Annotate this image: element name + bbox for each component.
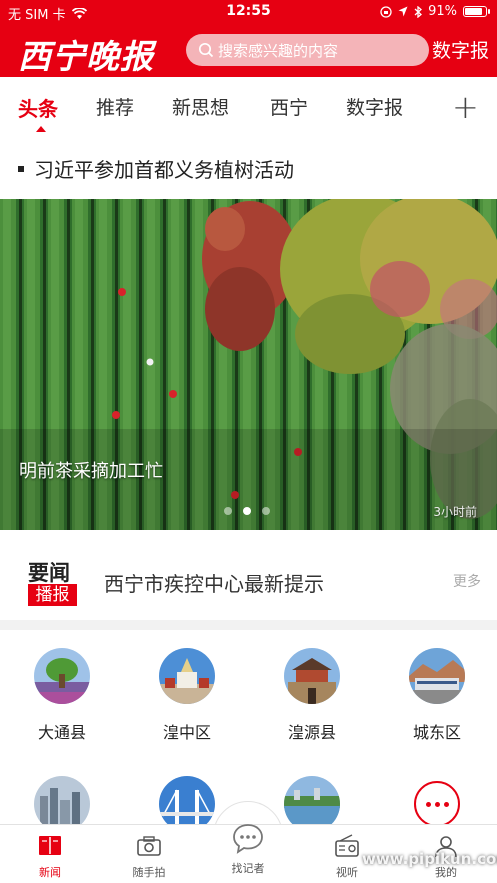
- banner-caption: 明前茶采摘加工忙: [19, 461, 163, 482]
- add-channel-icon[interactable]: +: [452, 88, 479, 126]
- district-chengdong[interactable]: 城东区: [387, 648, 487, 743]
- district-huangzhong[interactable]: 湟中区: [137, 648, 237, 743]
- district-label: 大通县: [37, 723, 86, 742]
- app-logo: 西宁晚报: [18, 37, 154, 76]
- news-badge-top: 要闻: [28, 560, 70, 585]
- news-broadcast-row[interactable]: 要闻 播报 西宁市疾控中心最新提示 更多: [0, 530, 497, 620]
- location-icon: [398, 6, 408, 17]
- district-huangyuan[interactable]: 湟源县: [262, 648, 362, 743]
- battery-percent: 91%: [428, 4, 457, 19]
- district-label: 城东区: [412, 723, 461, 742]
- status-bar: 无 SIM 卡 12:55 91%: [0, 0, 497, 26]
- chengdong-photo-icon: [409, 648, 465, 704]
- search-input[interactable]: 搜索感兴趣的内容: [186, 34, 429, 66]
- active-tab-indicator: [36, 126, 46, 132]
- book-icon: [39, 836, 61, 855]
- orientation-lock-icon: [380, 5, 392, 18]
- news-title[interactable]: 西宁市疾控中心最新提示: [104, 568, 324, 597]
- huangzhong-photo-icon: [159, 648, 215, 704]
- district-label: 湟源县: [287, 723, 336, 742]
- nav-snapshot[interactable]: 随手拍: [109, 825, 189, 880]
- more-link[interactable]: 更多: [453, 571, 481, 591]
- chat-bubble-icon: [233, 824, 263, 854]
- nav-news[interactable]: 新闻: [10, 825, 90, 880]
- more-dots-icon: [414, 781, 460, 827]
- carousel-dots: [224, 507, 270, 515]
- headline-text: 习近平参加首都义务植树活动: [34, 158, 294, 182]
- banner-carousel[interactable]: 明前茶采摘加工忙 3小时前: [0, 199, 497, 530]
- nav-label: 找记者: [231, 862, 265, 875]
- search-icon: [198, 42, 214, 58]
- tab-xining[interactable]: 西宁: [270, 93, 308, 120]
- section-divider: [0, 620, 497, 630]
- headline-item[interactable]: 习近平参加首都义务植树活动: [18, 154, 294, 183]
- tab-recommend[interactable]: 推荐: [96, 93, 134, 120]
- banner-timestamp: 3小时前: [433, 505, 477, 519]
- carousel-dot[interactable]: [262, 507, 270, 515]
- carousel-dot-active[interactable]: [243, 507, 251, 515]
- news-badge-bottom: 播报: [28, 584, 77, 606]
- battery-icon: [463, 6, 490, 17]
- tab-digital-paper[interactable]: 数字报: [346, 93, 403, 120]
- bluetooth-icon: [414, 5, 423, 18]
- district-datong[interactable]: 大通县: [12, 648, 112, 743]
- datong-photo-icon: [34, 648, 90, 704]
- huangyuan-photo-icon: [284, 648, 340, 704]
- tab-headlines[interactable]: 头条: [18, 93, 58, 122]
- digital-paper-button[interactable]: 数字报: [432, 36, 489, 63]
- nav-find-reporter[interactable]: 找记者: [208, 813, 288, 876]
- camera-icon: [137, 836, 161, 856]
- nav-label: 新闻: [39, 866, 61, 879]
- search-placeholder: 搜索感兴趣的内容: [218, 41, 339, 60]
- district-more[interactable]: [387, 776, 487, 827]
- nav-label: 随手拍: [132, 866, 166, 879]
- watermark-text: www.pipikun.com: [362, 850, 497, 868]
- tab-new-thought[interactable]: 新思想: [172, 93, 229, 120]
- radio-icon: [335, 834, 359, 857]
- district-label: 湟中区: [162, 723, 211, 742]
- bullet-icon: [18, 165, 24, 172]
- carousel-dot[interactable]: [224, 507, 232, 515]
- tab-fade: [410, 77, 450, 133]
